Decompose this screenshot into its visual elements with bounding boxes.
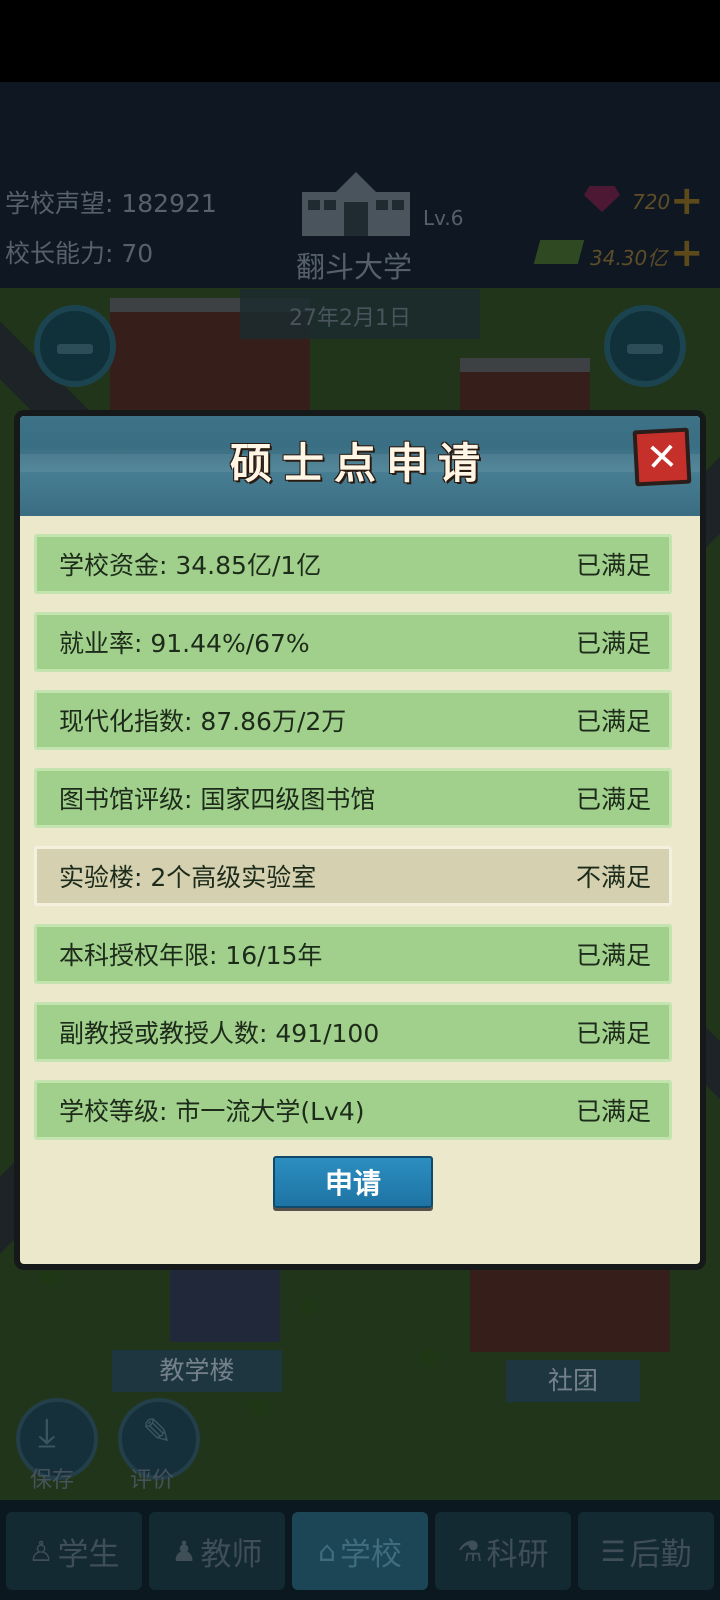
- requirement-label: 现代化指数: 87.86万/2万: [59, 707, 347, 736]
- requirement-label: 本科授权年限: 16/15年: [59, 941, 323, 970]
- save-label: 保存: [30, 1468, 75, 1493]
- dialog-body: 硕士点申请 ✕ 学校资金: 34.85亿/1亿 已满足 就业率: 91.44%/…: [20, 416, 700, 1264]
- requirement-row-school-grade: 学校等级: 市一流大学(Lv4) 已满足: [34, 1080, 672, 1140]
- game-date: 27年2月1日: [289, 306, 411, 331]
- requirement-status: 已满足: [575, 707, 651, 736]
- requirement-row-lab[interactable]: 实验楼: 2个高级实验室 不满足: [34, 846, 672, 906]
- school-reputation: 学校声望: 182921: [5, 189, 217, 218]
- teacher-icon: ♟: [171, 1534, 197, 1568]
- tab-school[interactable]: ⌂ 学校: [292, 1512, 428, 1590]
- money-icon: [533, 240, 585, 264]
- pencil-icon: ✎: [142, 1412, 173, 1453]
- review-label: 评价: [130, 1468, 175, 1493]
- requirement-row-library: 图书馆评级: 国家四级图书馆 已满足: [34, 768, 672, 828]
- tab-teacher[interactable]: ♟ 教师: [149, 1512, 285, 1590]
- requirement-status: 不满足: [575, 863, 651, 892]
- add-money-button[interactable]: +: [670, 233, 704, 273]
- zoom-out-button-left[interactable]: [34, 305, 116, 387]
- requirement-status: 已满足: [575, 629, 651, 658]
- tab-student[interactable]: ♙ 学生: [6, 1512, 142, 1590]
- principal-ability: 校长能力: 70: [5, 239, 154, 268]
- tab-logistics-label: 后勤: [629, 1536, 692, 1573]
- zoom-out-button-right[interactable]: [604, 305, 686, 387]
- requirement-row-undergrad-years: 本科授权年限: 16/15年 已满足: [34, 924, 672, 984]
- tab-school-label: 学校: [339, 1536, 402, 1573]
- student-icon: ♙: [28, 1534, 54, 1568]
- requirement-label: 实验楼: 2个高级实验室: [59, 863, 317, 892]
- club-label[interactable]: 社团: [506, 1360, 640, 1402]
- requirement-label: 副教授或教授人数: 491/100: [59, 1019, 380, 1048]
- clipboard-icon: ☰: [600, 1534, 626, 1568]
- requirement-status: 已满足: [575, 1019, 651, 1048]
- requirement-row-employment: 就业率: 91.44%/67% 已满足: [34, 612, 672, 672]
- flask-icon: ⚗: [457, 1534, 483, 1568]
- gem-count: 720: [632, 190, 671, 214]
- requirement-label: 就业率: 91.44%/67%: [59, 629, 310, 658]
- requirement-row-modernization: 现代化指数: 87.86万/2万 已满足: [34, 690, 672, 750]
- school-icon: ⌂: [318, 1534, 336, 1568]
- close-x-icon: ✕: [644, 434, 680, 480]
- tab-logistics[interactable]: ☰ 后勤: [578, 1512, 714, 1590]
- dialog-title: 硕士点申请: [229, 439, 490, 488]
- requirement-list: 学校资金: 34.85亿/1亿 已满足 就业率: 91.44%/67% 已满足 …: [34, 534, 672, 1158]
- teaching-building-label[interactable]: 教学楼: [112, 1350, 282, 1392]
- status-bar: [0, 0, 720, 82]
- school-building-icon: [302, 172, 410, 236]
- add-gems-button[interactable]: +: [670, 181, 704, 221]
- requirement-row-funds: 学校资金: 34.85亿/1亿 已满足: [34, 534, 672, 594]
- school-name[interactable]: 翻斗大学: [296, 244, 412, 286]
- tab-student-label: 学生: [57, 1536, 120, 1573]
- money-amount: 34.30亿: [590, 246, 668, 270]
- masters-application-dialog: 硕士点申请 ✕ 学校资金: 34.85亿/1亿 已满足 就业率: 91.44%/…: [14, 410, 706, 1270]
- apply-button[interactable]: 申请: [273, 1156, 433, 1208]
- requirement-status: 已满足: [575, 785, 651, 814]
- tab-teacher-label: 教师: [200, 1536, 263, 1573]
- tab-research-label: 科研: [486, 1536, 549, 1573]
- school-level: Lv.6: [423, 206, 464, 230]
- dialog-header: 硕士点申请 ✕: [20, 416, 700, 516]
- requirement-status: 已满足: [575, 941, 651, 970]
- download-icon: ⤓: [38, 1410, 56, 1456]
- requirement-status: 已满足: [575, 1097, 651, 1126]
- requirement-label: 图书馆评级: 国家四级图书馆: [59, 785, 376, 814]
- requirement-status: 已满足: [575, 551, 651, 580]
- tab-research[interactable]: ⚗ 科研: [435, 1512, 571, 1590]
- requirement-label: 学校资金: 34.85亿/1亿: [59, 551, 322, 580]
- requirement-row-professors: 副教授或教授人数: 491/100 已满足: [34, 1002, 672, 1062]
- close-button[interactable]: ✕: [632, 427, 692, 487]
- requirement-label: 学校等级: 市一流大学(Lv4): [59, 1097, 365, 1126]
